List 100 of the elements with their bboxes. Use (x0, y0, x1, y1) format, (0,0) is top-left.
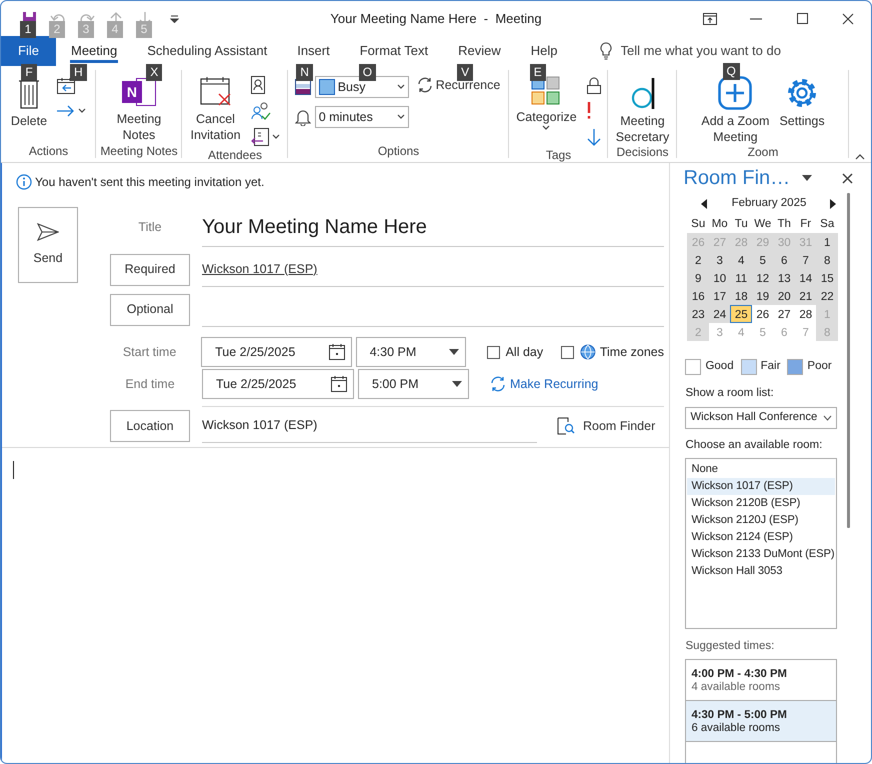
room-list-dropdown[interactable]: Wickson Hall Conference (685, 406, 838, 428)
field-label: Title (137, 218, 163, 236)
legend-label: Poor (807, 359, 832, 374)
send-button[interactable]: Send (18, 207, 78, 283)
room-item[interactable]: Wickson 2120J (ESP) (687, 512, 836, 529)
required-button[interactable]: Required (110, 254, 190, 286)
date-field[interactable]: Tue 2/25/2025 (201, 337, 352, 367)
calendar-day[interactable]: 22 (816, 287, 838, 305)
meeting-secretary-button[interactable]: Meeting Secretary (614, 74, 672, 145)
room-item[interactable]: Wickson 1017 (ESP) (687, 478, 836, 495)
status-swatch-icon (318, 79, 335, 95)
ribbon-tab[interactable]: Format Text (344, 36, 444, 66)
cancel-invitation-button[interactable]: Cancel Invitation (188, 74, 243, 143)
weekday-label: We (753, 217, 772, 232)
weekday-label: Tu (734, 217, 749, 232)
info-message: You haven't sent this meeting invitation yet. (35, 174, 264, 191)
calendar-day[interactable]: 27 (773, 305, 795, 323)
calendar-day[interactable]: 24 (708, 305, 730, 323)
all-day-checkbox[interactable] (486, 346, 500, 358)
suggested-times-list[interactable]: 4:00 PM - 4:30 PM 4 available rooms 4:30 PM - 5:00 PM 6 available rooms (685, 659, 838, 763)
keytip-tooltip: Q (722, 63, 740, 80)
right-triangle-icon (830, 199, 836, 209)
room-item[interactable]: Wickson 2120B (ESP) (687, 494, 836, 512)
settings-button[interactable]: Settings (777, 74, 827, 129)
calendar-day[interactable]: 5 (752, 251, 774, 269)
show-as-dropdown[interactable]: Busy (314, 76, 409, 98)
room-finder-button[interactable]: Room Finder (557, 416, 656, 436)
time-field[interactable]: 5:00 PM (358, 369, 469, 399)
calendar-day[interactable]: 9 (687, 269, 709, 287)
keytip-tooltip: O (358, 64, 376, 81)
minimize-icon (750, 18, 762, 20)
calendar-day[interactable]: 19 (752, 287, 774, 305)
tell-me-field[interactable]: Tell me what you want to do (620, 41, 820, 61)
suggested-time[interactable]: 4:30 PM - 5:00 PM (691, 708, 832, 722)
calendar-day[interactable]: 10 (708, 269, 730, 287)
ribbon-tab[interactable]: Meeting (56, 36, 132, 66)
ribbon-tab[interactable]: Scheduling Assistant (132, 36, 282, 66)
time-field[interactable]: 4:30 PM (356, 337, 466, 367)
location-field[interactable]: Wickson 1017 (ESP) (202, 409, 537, 443)
plus-icon (718, 76, 752, 110)
calendar-day[interactable]: 1 (816, 233, 838, 251)
legend-label: Fair (760, 359, 780, 374)
optional-button[interactable]: Optional (110, 294, 190, 326)
scrollbar-thumb[interactable] (847, 193, 850, 528)
time-zones-checkbox[interactable] (561, 346, 574, 358)
date-field[interactable]: Tue 2/25/2025 (202, 369, 354, 399)
weekday-label: Su (690, 217, 706, 232)
room-finder-icon (557, 417, 575, 435)
room-list[interactable]: None Wickson 1017 (ESP) Wickson 2120B (ESP) Wickson 2120J (ESP) Wickson 2124 (ESP) Wickson 2133 DuMont (ESP) Wickson Hall 3053 (685, 458, 838, 629)
checkbox-label: All day (506, 344, 544, 361)
room-item[interactable]: Wickson 2133 DuMont (ESP) (687, 546, 836, 563)
calendar-day[interactable]: 7 (794, 251, 816, 269)
ribbon-tab[interactable]: Review (443, 36, 516, 66)
calendar-day[interactable]: 6 (773, 251, 795, 269)
title-field[interactable]: Your Meeting Name Here (202, 207, 664, 247)
keytip-tooltip: 3 (78, 20, 94, 38)
calendar-day[interactable]: 25 (730, 305, 752, 323)
next-month-button[interactable] (830, 199, 836, 209)
calendar-day[interactable]: 11 (730, 269, 752, 287)
calendar-day[interactable]: 15 (816, 269, 838, 287)
calendar-day[interactable]: 18 (730, 287, 752, 305)
reminder-dropdown[interactable]: 0 minutes (314, 106, 409, 128)
required-field[interactable]: Wickson 1017 (ESP) (202, 252, 664, 287)
calendar-day[interactable]: 28 (794, 305, 816, 323)
calendar-day[interactable]: 14 (794, 269, 816, 287)
calendar-day[interactable]: 21 (794, 287, 816, 305)
calendar-day[interactable]: 8 (816, 251, 838, 269)
low-importance-button[interactable] (584, 126, 603, 148)
recurrence-icon (416, 77, 433, 93)
room-item[interactable]: Wickson 2124 (ESP) (687, 528, 836, 546)
calendar-day[interactable]: 13 (773, 269, 795, 287)
make-recurring-link[interactable]: Make Recurring (490, 374, 598, 394)
chevron-down-icon (823, 414, 832, 420)
keytip-tooltip: X (146, 64, 162, 81)
calendar-day[interactable]: 16 (687, 287, 709, 305)
calendar-day[interactable]: 3 (708, 251, 730, 269)
menu-caret-icon (170, 14, 178, 22)
calendar-day[interactable]: 23 (687, 305, 709, 323)
collapse-ribbon-button[interactable] (855, 154, 865, 160)
calendar-day[interactable]: 2 (687, 251, 709, 269)
calendar-day[interactable]: 4 (730, 251, 752, 269)
room-item[interactable]: Wickson Hall 3053 (687, 562, 836, 580)
room-count: 4 available rooms (691, 681, 782, 694)
down-arrow-icon (586, 128, 601, 146)
calendar-day[interactable]: 26 (752, 305, 774, 323)
attendee-name[interactable]: Wickson 1017 (ESP) (202, 260, 318, 278)
suggested-time[interactable]: 4:00 PM - 4:30 PM (691, 667, 832, 681)
calendar-day[interactable]: 12 (752, 269, 774, 287)
keytip-tooltip: H (70, 64, 87, 81)
calendar-day[interactable]: 17 (708, 287, 730, 305)
previous-month-button[interactable] (701, 199, 708, 209)
response-options-button[interactable] (248, 126, 282, 148)
ribbon-tab[interactable]: Insert (282, 36, 345, 66)
ribbon-tab[interactable]: Help (516, 36, 572, 66)
file-tab[interactable]: File (1, 36, 56, 66)
location-button[interactable]: Location (110, 410, 190, 442)
dropdown-arrow-icon (802, 175, 812, 181)
room-item[interactable]: None (687, 460, 836, 478)
calendar-day[interactable]: 20 (773, 287, 795, 305)
category-squares-icon (531, 76, 562, 106)
